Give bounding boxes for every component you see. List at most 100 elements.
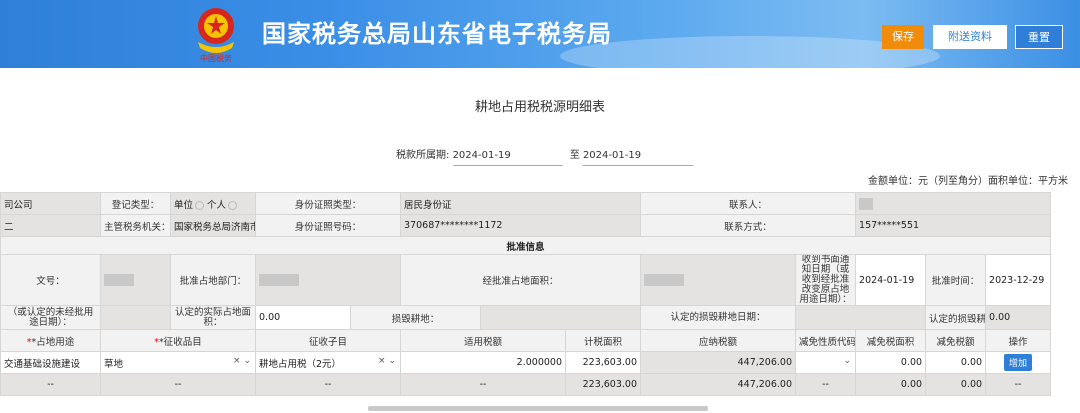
chevron-down-icon[interactable]: ⌄ [243,356,251,366]
radio-person-label: 个人 [207,199,227,211]
use-select[interactable]: 交通基础设施建设 [0,351,101,374]
reg-type-radios[interactable]: 单位 个人 [170,192,256,215]
area-input[interactable]: 223,603.00 [565,351,642,374]
emblem-caption: 中国税务 [200,53,232,62]
id-number-value: 370687********1172 [400,214,642,237]
horizontal-scrollbar[interactable] [368,406,708,411]
damaged-date-label: 认定的损毁耕地日期： [640,305,797,330]
id-type-label: 身份证照类型： [254,192,402,215]
col-header-relief-tax: 减免税额 [925,329,987,352]
total-tax: 447,206.00 [640,373,797,396]
damaged-date-value [795,305,927,330]
clear-icon[interactable]: × [233,356,241,366]
col-header-tax: 应纳税额 [640,329,797,352]
phone-label: 联系方式： [640,214,857,237]
subitem-select[interactable]: 耕地占用税（2元） × ⌄ [254,351,402,374]
col-header-action: 操作 [985,329,1052,352]
chevron-down-icon[interactable]: ⌄ [388,356,396,366]
actual-area-label: 认定的实际占地面积： [170,305,256,330]
relief-area-input[interactable]: 0.00 [855,351,927,374]
tax-source-table: 司公司 登记类型： 单位 个人 身份证照类型： 居民身份证 联系人： 二 主管税… [0,192,1052,396]
blurred-dept [259,274,299,286]
subitem-value: 耕地占用税（2元） [259,358,342,370]
damaged-area-label: 认定的损毁耕地面积： [925,305,987,330]
approved-area-value [640,254,797,306]
period-end-input[interactable]: 2024-01-19 [582,150,693,166]
doc-no-value [100,254,171,306]
attach-documents-button[interactable]: 附送资料 [933,25,1007,49]
actual-area-value[interactable]: 0.00 [255,305,351,330]
contact-value [855,192,1052,215]
col-header-item-text: *征收品目 [158,336,202,348]
approve-dept-value [254,254,402,306]
save-button[interactable]: 保存 [882,25,924,49]
period-to-label: 至 [569,150,580,161]
approve-dept-label: 批准占地部门： [170,254,256,306]
col-header-relief-area: 减免税面积 [855,329,927,352]
total-subitem: -- [254,373,402,396]
col-header-use: **占地用途 [0,329,101,352]
col-header-subitem: 征收子目 [254,329,402,352]
col-header-use-text: *占地用途 [31,336,75,348]
col-header-area: 计税面积 [565,329,642,352]
clear-icon[interactable]: × [378,356,386,366]
tax-authority-value: 国家税务总局济南市 [170,214,256,237]
blurred-doc-no [104,274,134,286]
tax-period: 税款所属期: 2024-01-19 至 2024-01-19 [396,146,693,166]
reset-button[interactable]: 重置 [1015,25,1063,49]
notice-date-label: 收到书面通知日期（或收到经批准改变原占地用途日期）： [795,254,857,306]
radio-person[interactable] [228,200,238,210]
action-cell: 增加 [985,351,1052,374]
radio-unit-label: 单位 [174,199,194,211]
total-row: -- -- -- -- 223,603.00 447,206.00 -- 0.0… [0,373,1052,396]
col-header-rate: 适用税额 [400,329,567,352]
tax-value: 447,206.00 [640,351,797,374]
site-title: 国家税务总局山东省电子税务局 [262,20,612,48]
total-use: -- [0,373,101,396]
total-relief-tax: 0.00 [925,373,987,396]
damaged-value [480,305,642,330]
unit-note: 金额单位：元（列至角分）面积单位：平方米 [868,176,1068,187]
damaged-label: 损毁耕地： [349,305,482,330]
total-relief-code: -- [795,373,857,396]
total-relief-area: 0.00 [855,373,927,396]
notice-date-value[interactable]: 2024-01-19 [855,254,927,306]
item-value: 草地 [104,358,124,370]
period-label: 税款所属期: [396,150,450,161]
tax-emblem-icon: 中国税务 [198,8,234,62]
page-title: 耕地占用税税源明细表 [474,100,605,115]
total-action: -- [985,373,1052,396]
unapproved-date-value [100,305,171,330]
relief-code-select[interactable]: ⌄ [795,351,857,374]
relief-tax-input[interactable]: 0.00 [925,351,987,374]
contact-label: 联系人： [640,192,857,215]
add-row-button[interactable]: 增加 [1004,354,1033,371]
rate-value: 2.000000 [400,351,567,374]
id-type-value: 居民身份证 [400,192,642,215]
chevron-down-icon[interactable]: ⌄ [843,356,851,366]
id-number-label: 身份证照号码： [254,214,402,237]
item-select[interactable]: 草地 × ⌄ [100,351,256,374]
radio-unit[interactable] [195,200,205,210]
approval-section-title: 批准信息 [0,236,1052,255]
row2-left: 二 [0,214,101,237]
company-name: 司公司 [0,192,101,215]
total-rate: -- [400,373,567,396]
approve-time-value[interactable]: 2023-12-29 [985,254,1052,306]
total-area: 223,603.00 [565,373,642,396]
col-header-item: **征收品目 [100,329,256,352]
tax-authority-label: 主管税务机关： [100,214,171,237]
app-header: 中国税务 国家税务总局山东省电子税务局 保存 附送资料 重置 [0,0,1080,68]
doc-no-label: 文号： [0,254,101,306]
approve-time-label: 批准时间： [925,254,987,306]
reg-type-label: 登记类型： [100,192,171,215]
period-start-input[interactable]: 2024-01-19 [452,150,563,166]
phone-value: 157*****551 [855,214,1052,237]
blurred-contact [859,197,874,210]
approved-area-label: 经批准占地面积： [400,254,642,306]
total-item: -- [100,373,256,396]
damaged-area-value: 0.00 [985,305,1052,330]
blurred-area [644,274,685,286]
table-row: 交通基础设施建设 草地 × ⌄ 耕地占用税（2元） × ⌄ 2.000000 223… [0,351,1052,374]
col-header-relief-code: 减免性质代码 [795,329,857,352]
